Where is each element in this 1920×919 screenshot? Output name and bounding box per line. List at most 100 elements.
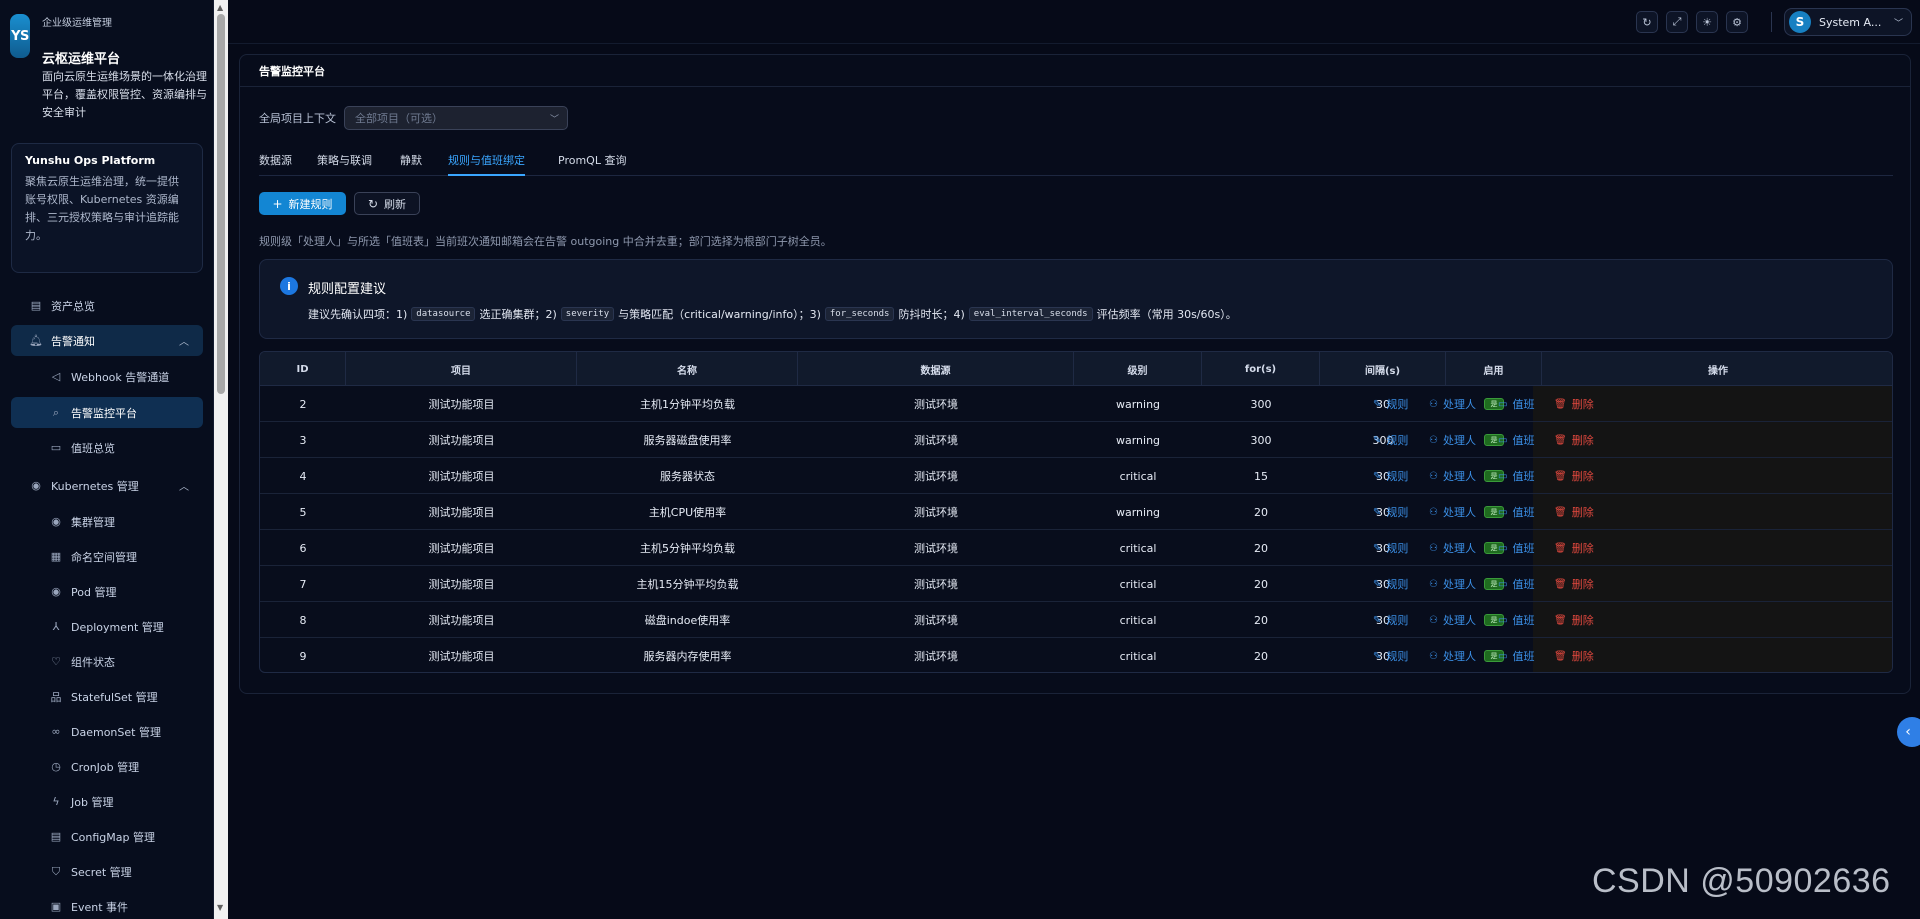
cluster-icon: ◉ <box>51 515 61 528</box>
handler-button[interactable]: ⚇ 处理人 <box>1429 494 1476 530</box>
sidebar-scrollbar[interactable]: ▲ ▼ <box>214 0 228 919</box>
table-row: 9 测试功能项目 服务器内存使用率 测试环境 critical 20 30 是 ✎ 规则 ⚇ 处理人 ▭… <box>260 638 1892 672</box>
scrollbar-thumb[interactable] <box>217 14 225 394</box>
sidebar-item-label: StatefulSet 管理 <box>71 690 158 704</box>
duty-button[interactable]: ▭ 值班 <box>1498 458 1534 494</box>
edit-rule-button[interactable]: ✎ 规则 <box>1373 458 1408 494</box>
handler-button[interactable]: ⚇ 处理人 <box>1429 602 1476 638</box>
tab-promql[interactable]: PromQL 查询 <box>558 152 626 176</box>
cell-for: 20 <box>1254 541 1268 555</box>
scroll-up-icon[interactable]: ▲ <box>217 3 223 12</box>
project-context-select[interactable]: 全部项目（可选） ﹀ <box>344 106 568 130</box>
sidebar-item-pod[interactable]: ◉ Pod 管理 <box>11 576 203 607</box>
cell-name: 磁盘indoe使用率 <box>644 614 731 627</box>
tab-datasource[interactable]: 数据源 <box>259 152 292 176</box>
sidebar-item-configmap[interactable]: ▤ ConfigMap 管理 <box>11 821 203 852</box>
edit-rule-button[interactable]: ✎ 规则 <box>1373 566 1408 602</box>
delete-button[interactable]: 🗑︎ 删除 <box>1554 386 1594 422</box>
sidebar-item-alert-notify[interactable]: 🔔︎ 告警通知 ︿ <box>11 325 203 356</box>
sidebar-item-cluster[interactable]: ◉ 集群管理 <box>11 506 203 537</box>
handler-button[interactable]: ⚇ 处理人 <box>1429 386 1476 422</box>
delete-button[interactable]: 🗑︎ 删除 <box>1554 638 1594 672</box>
edit-rule-button[interactable]: ✎ 规则 <box>1373 422 1408 458</box>
duty-button[interactable]: ▭ 值班 <box>1498 638 1534 672</box>
sidebar-item-event[interactable]: ▣ Event 事件 <box>11 891 203 919</box>
cell-level: critical <box>1119 649 1157 663</box>
edit-rule-button[interactable]: ✎ 规则 <box>1373 602 1408 638</box>
sidebar-item-duty-overview[interactable]: ▭ 值班总览 <box>11 432 203 463</box>
duty-button[interactable]: ▭ 值班 <box>1498 530 1534 566</box>
sidebar-item-kubernetes[interactable]: ◉ Kubernetes 管理 ︿ <box>11 470 203 501</box>
sidebar-item-component-status[interactable]: ♡ 组件状态 <box>11 646 203 677</box>
refresh-button[interactable]: ↻ 刷新 <box>354 192 420 215</box>
settings-icon[interactable]: ⚙ <box>1726 11 1748 33</box>
trash-icon: 🗑︎ <box>1554 542 1567 554</box>
delete-button[interactable]: 🗑︎ 删除 <box>1554 530 1594 566</box>
tab-rules-duty[interactable]: 规则与值班绑定 <box>448 152 525 176</box>
duty-button[interactable]: ▭ 值班 <box>1498 386 1534 422</box>
handler-button[interactable]: ⚇ 处理人 <box>1429 458 1476 494</box>
refresh-icon[interactable]: ↻ <box>1636 11 1658 33</box>
cell-datasource: 测试环境 <box>914 578 958 591</box>
sidebar-item-deployment[interactable]: ⅄ Deployment 管理 <box>11 611 203 642</box>
column-header-project: 项目 <box>346 352 577 386</box>
collapse-panel-button[interactable]: ‹ <box>1897 717 1920 747</box>
advice-title: 规则配置建议 <box>308 282 387 297</box>
cell-datasource: 测试环境 <box>914 650 958 663</box>
delete-button[interactable]: 🗑︎ 删除 <box>1554 602 1594 638</box>
delete-button[interactable]: 🗑︎ 删除 <box>1554 566 1594 602</box>
duty-button[interactable]: ▭ 值班 <box>1498 422 1534 458</box>
cell-project: 测试功能项目 <box>428 506 495 519</box>
tab-policy[interactable]: 策略与联调 <box>317 152 372 176</box>
cell-id: 5 <box>299 505 307 519</box>
sidebar-item-daemonset[interactable]: ∞ DaemonSet 管理 <box>11 716 203 747</box>
delete-button[interactable]: 🗑︎ 删除 <box>1554 458 1594 494</box>
cell-datasource: 测试环境 <box>914 506 958 519</box>
action-label: 值班 <box>1512 614 1535 627</box>
column-header-name: 名称 <box>577 352 798 386</box>
sidebar-item-alert-monitor[interactable]: ⌕ 告警监控平台 <box>11 397 203 428</box>
new-rule-button[interactable]: + 新建规则 <box>259 192 346 215</box>
sidebar-item-cronjob[interactable]: ◷ CronJob 管理 <box>11 751 203 782</box>
delete-button[interactable]: 🗑︎ 删除 <box>1554 422 1594 458</box>
sidebar-item-asset-overview[interactable]: ▤ 资产总览 <box>11 290 203 321</box>
bulb-icon[interactable]: ☀ <box>1696 11 1718 33</box>
platform-card: Yunshu Ops Platform 聚焦云原生运维治理，统一提供账号权限、K… <box>11 143 203 273</box>
user-menu[interactable]: S System A... ﹀ <box>1784 8 1912 36</box>
duty-button[interactable]: ▭ 值班 <box>1498 566 1534 602</box>
sidebar-item-namespace[interactable]: ▦ 命名空间管理 <box>11 541 203 572</box>
edit-rule-button[interactable]: ✎ 规则 <box>1373 386 1408 422</box>
handler-button[interactable]: ⚇ 处理人 <box>1429 530 1476 566</box>
send-icon: ◁ <box>51 370 61 383</box>
sidebar-item-label: Kubernetes 管理 <box>51 479 139 493</box>
sidebar-item-job[interactable]: ϟ Job 管理 <box>11 786 203 817</box>
sidebar-item-statefulset[interactable]: 品 StatefulSet 管理 <box>11 681 203 712</box>
edit-rule-button[interactable]: ✎ 规则 <box>1373 530 1408 566</box>
platform-card-description: 聚焦云原生运维治理，统一提供账号权限、Kubernetes 资源编排、三元授权策… <box>25 175 179 242</box>
duty-button[interactable]: ▭ 值班 <box>1498 494 1534 530</box>
cell-level: critical <box>1119 613 1157 627</box>
scroll-down-icon[interactable]: ▼ <box>217 903 223 912</box>
code-chip: severity <box>560 307 615 321</box>
sidebar-item-webhook[interactable]: ◁ Webhook 告警通道 <box>11 361 203 392</box>
sidebar-item-label: Secret 管理 <box>71 865 132 879</box>
action-label: 处理人 <box>1442 398 1476 411</box>
duty-button[interactable]: ▭ 值班 <box>1498 602 1534 638</box>
advice-text: 选正确集群；2) <box>479 308 557 321</box>
action-label: 删除 <box>1571 398 1594 411</box>
handler-button[interactable]: ⚇ 处理人 <box>1429 638 1476 672</box>
table-row: 2 测试功能项目 主机1分钟平均负载 测试环境 warning 300 30 是 ✎ 规则 ⚇ 处理人… <box>260 386 1892 422</box>
sidebar-item-label: 值班总览 <box>71 441 115 455</box>
trash-icon: 🗑︎ <box>1554 506 1567 518</box>
action-label: 删除 <box>1571 434 1594 447</box>
cell-project: 测试功能项目 <box>428 398 495 411</box>
handler-button[interactable]: ⚇ 处理人 <box>1429 566 1476 602</box>
handler-button[interactable]: ⚇ 处理人 <box>1429 422 1476 458</box>
edit-rule-button[interactable]: ✎ 规则 <box>1373 494 1408 530</box>
edit-rule-button[interactable]: ✎ 规则 <box>1373 638 1408 672</box>
cell-name: 服务器内存使用率 <box>643 650 732 663</box>
sidebar-item-secret[interactable]: ⛉ Secret 管理 <box>11 856 203 887</box>
fullscreen-icon[interactable]: ⤢ <box>1666 11 1688 33</box>
delete-button[interactable]: 🗑︎ 删除 <box>1554 494 1594 530</box>
tab-silence[interactable]: 静默 <box>400 152 422 176</box>
